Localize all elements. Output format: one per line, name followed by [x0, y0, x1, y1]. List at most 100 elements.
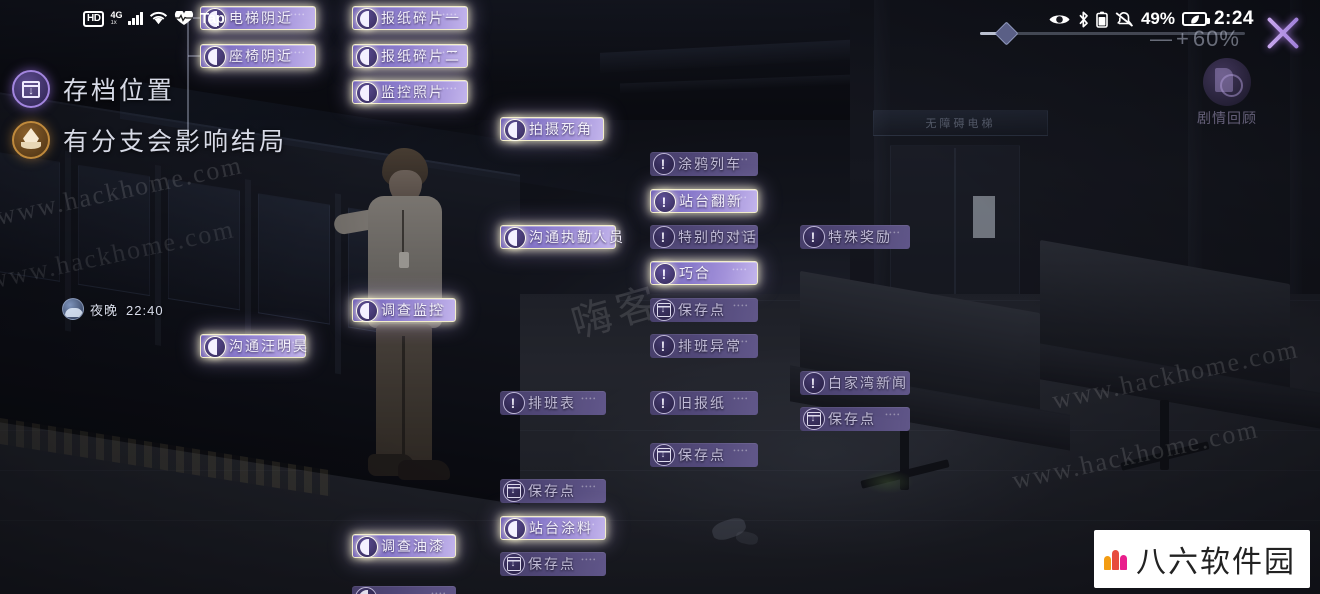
- node-dots-decoration: ••••: [581, 483, 597, 491]
- node-dots-decoration: ••••: [733, 338, 749, 346]
- flowchart-node[interactable]: 特殊奖励••••: [800, 225, 910, 249]
- flowchart-node[interactable]: 白家湾新闻••••: [800, 371, 910, 395]
- flowchart-node[interactable]: 站台翻新••••: [650, 189, 758, 213]
- node-dots-decoration: ••••: [885, 375, 901, 383]
- tap-label: Tap: [199, 10, 225, 27]
- node-dots-decoration: ••••: [430, 303, 446, 311]
- dialogue-icon: [504, 518, 526, 540]
- flowchart-node-label: 座椅阴近: [229, 50, 293, 65]
- network-type-label: 4G: [110, 9, 123, 20]
- dialogue-icon: [204, 336, 226, 358]
- flowchart-node-label: 巧合: [679, 267, 711, 282]
- flowchart-node[interactable]: 涂鸦列车••••: [650, 152, 758, 176]
- branch-icon: [12, 121, 50, 159]
- flowchart-node[interactable]: 巧合 ••••: [650, 261, 758, 285]
- flowchart-node[interactable]: 保存点 ••••: [650, 443, 758, 467]
- flowchart-node[interactable]: ••••: [352, 586, 456, 594]
- mute-icon: [1115, 11, 1133, 27]
- flowchart-node-label: 保存点: [678, 449, 726, 464]
- flowchart-node[interactable]: 排班表 ••••: [500, 391, 606, 415]
- story-review-label: 剧情回顾: [1197, 112, 1257, 127]
- flowchart-node[interactable]: 保存点 ••••: [500, 479, 606, 503]
- flowchart-node-label: 保存点: [828, 413, 876, 428]
- flowchart-node[interactable]: 排班异常••••: [650, 334, 758, 358]
- flowchart-node[interactable]: 沟通汪明昊 ••••: [200, 334, 309, 358]
- node-dots-decoration: ••••: [590, 230, 606, 238]
- node-dots-decoration: ••••: [442, 49, 458, 57]
- flowchart-node[interactable]: 座椅阴近 ••••: [200, 44, 316, 68]
- dialogue-icon: [204, 46, 226, 68]
- flowchart-node[interactable]: 调查监控 ••••: [352, 298, 456, 322]
- battery-small-icon: [1096, 11, 1108, 28]
- flowchart-node[interactable]: 沟通执勤人员 ••••: [500, 225, 623, 249]
- flowchart-node[interactable]: 保存点 ••••: [500, 552, 606, 576]
- dialogue-icon: [355, 587, 377, 594]
- node-dots-decoration: ••••: [885, 229, 901, 237]
- node-dots-decoration: ••••: [733, 395, 749, 403]
- flowchart-node[interactable]: 报纸碎片一 ••••: [352, 6, 468, 30]
- exclamation-icon: [653, 153, 675, 175]
- hd-icon: HD: [83, 10, 105, 27]
- dialogue-icon: [356, 46, 378, 68]
- flowchart-node[interactable]: 保存点 ••••: [800, 407, 910, 431]
- story-review-button[interactable]: 剧情回顾: [1195, 58, 1259, 132]
- node-dots-decoration: ••••: [442, 11, 458, 19]
- time-chip-label: 夜晚 22:40: [90, 300, 164, 319]
- battery-percent: 49%: [1140, 9, 1175, 28]
- node-dots-decoration: ••••: [280, 339, 296, 347]
- node-dots-decoration: ••••: [580, 521, 596, 529]
- flowchart-node-label: 排班表: [528, 397, 576, 412]
- flowchart-node[interactable]: 报纸碎片二 ••••: [352, 44, 468, 68]
- node-dots-decoration: ••••: [442, 85, 458, 93]
- bluetooth-icon: [1079, 11, 1088, 27]
- flowchart-node-label: 电梯阴近: [229, 12, 293, 27]
- site-watermark-text: 八六软件园: [1136, 546, 1296, 579]
- exclamation-icon: [653, 226, 675, 248]
- battery-saver-icon: [1181, 12, 1210, 26]
- people-icon: [1104, 548, 1127, 570]
- node-dots-decoration: ••••: [581, 395, 597, 403]
- flowchart-node[interactable]: 拍摄死角 ••••: [500, 117, 604, 141]
- exclamation-icon: [503, 392, 525, 414]
- exclamation-icon: [654, 263, 676, 285]
- flowchart-node-label: 沟通汪明昊: [229, 340, 309, 355]
- flowchart-node[interactable]: 调查油漆 ••••: [352, 534, 456, 558]
- flowchart-node[interactable]: 旧报纸 ••••: [650, 391, 758, 415]
- dialogue-icon: [356, 536, 378, 558]
- network-type-icon: 4G 1x: [110, 9, 123, 27]
- exclamation-icon: [654, 191, 676, 213]
- eye-icon: [1049, 14, 1070, 24]
- flowchart-node[interactable]: 保存点 ••••: [650, 298, 758, 322]
- flowchart-node[interactable]: 特别的对话••••: [650, 225, 758, 249]
- legend-label: 存档位置: [63, 78, 176, 105]
- exclamation-icon: [653, 392, 675, 414]
- node-dots-decoration: ••••: [885, 411, 901, 419]
- exclamation-icon: [653, 335, 675, 357]
- node-dots-decoration: ••••: [430, 539, 446, 547]
- node-dots-decoration: ••••: [733, 156, 749, 164]
- node-dots-decoration: ••••: [732, 266, 748, 274]
- node-dots-decoration: ••••: [290, 49, 306, 57]
- vibrate-icon: [174, 11, 194, 25]
- story-review-icon: [1203, 58, 1251, 106]
- site-watermark-logo: 八六软件园: [1094, 530, 1310, 588]
- legend-item-branch: 有分支会影响结局: [12, 121, 287, 159]
- flowchart-node-label: 沟通执勤人员: [529, 231, 625, 246]
- node-dots-decoration: ••••: [733, 447, 749, 455]
- flowchart-node-label: 保存点: [528, 558, 576, 573]
- flowchart-node[interactable]: 监控照片 ••••: [352, 80, 468, 104]
- node-dots-decoration: ••••: [290, 11, 306, 19]
- flowchart-node[interactable]: 站台涂料 ••••: [500, 516, 606, 540]
- legend-item-save: 存档位置: [12, 70, 287, 108]
- node-dots-decoration: ••••: [733, 229, 749, 237]
- night-icon: [62, 298, 84, 320]
- dialogue-icon: [504, 119, 526, 141]
- save-point-icon: [803, 408, 825, 430]
- clock: 2:24: [1213, 8, 1254, 29]
- time-chip: 夜晚 22:40: [62, 298, 164, 320]
- close-button[interactable]: [1260, 10, 1306, 56]
- dialogue-icon: [356, 8, 378, 30]
- time-value: 22:40: [126, 302, 164, 318]
- flowchart-node-label: 旧报纸: [678, 397, 726, 412]
- legend: 存档位置 有分支会影响结局: [12, 70, 287, 172]
